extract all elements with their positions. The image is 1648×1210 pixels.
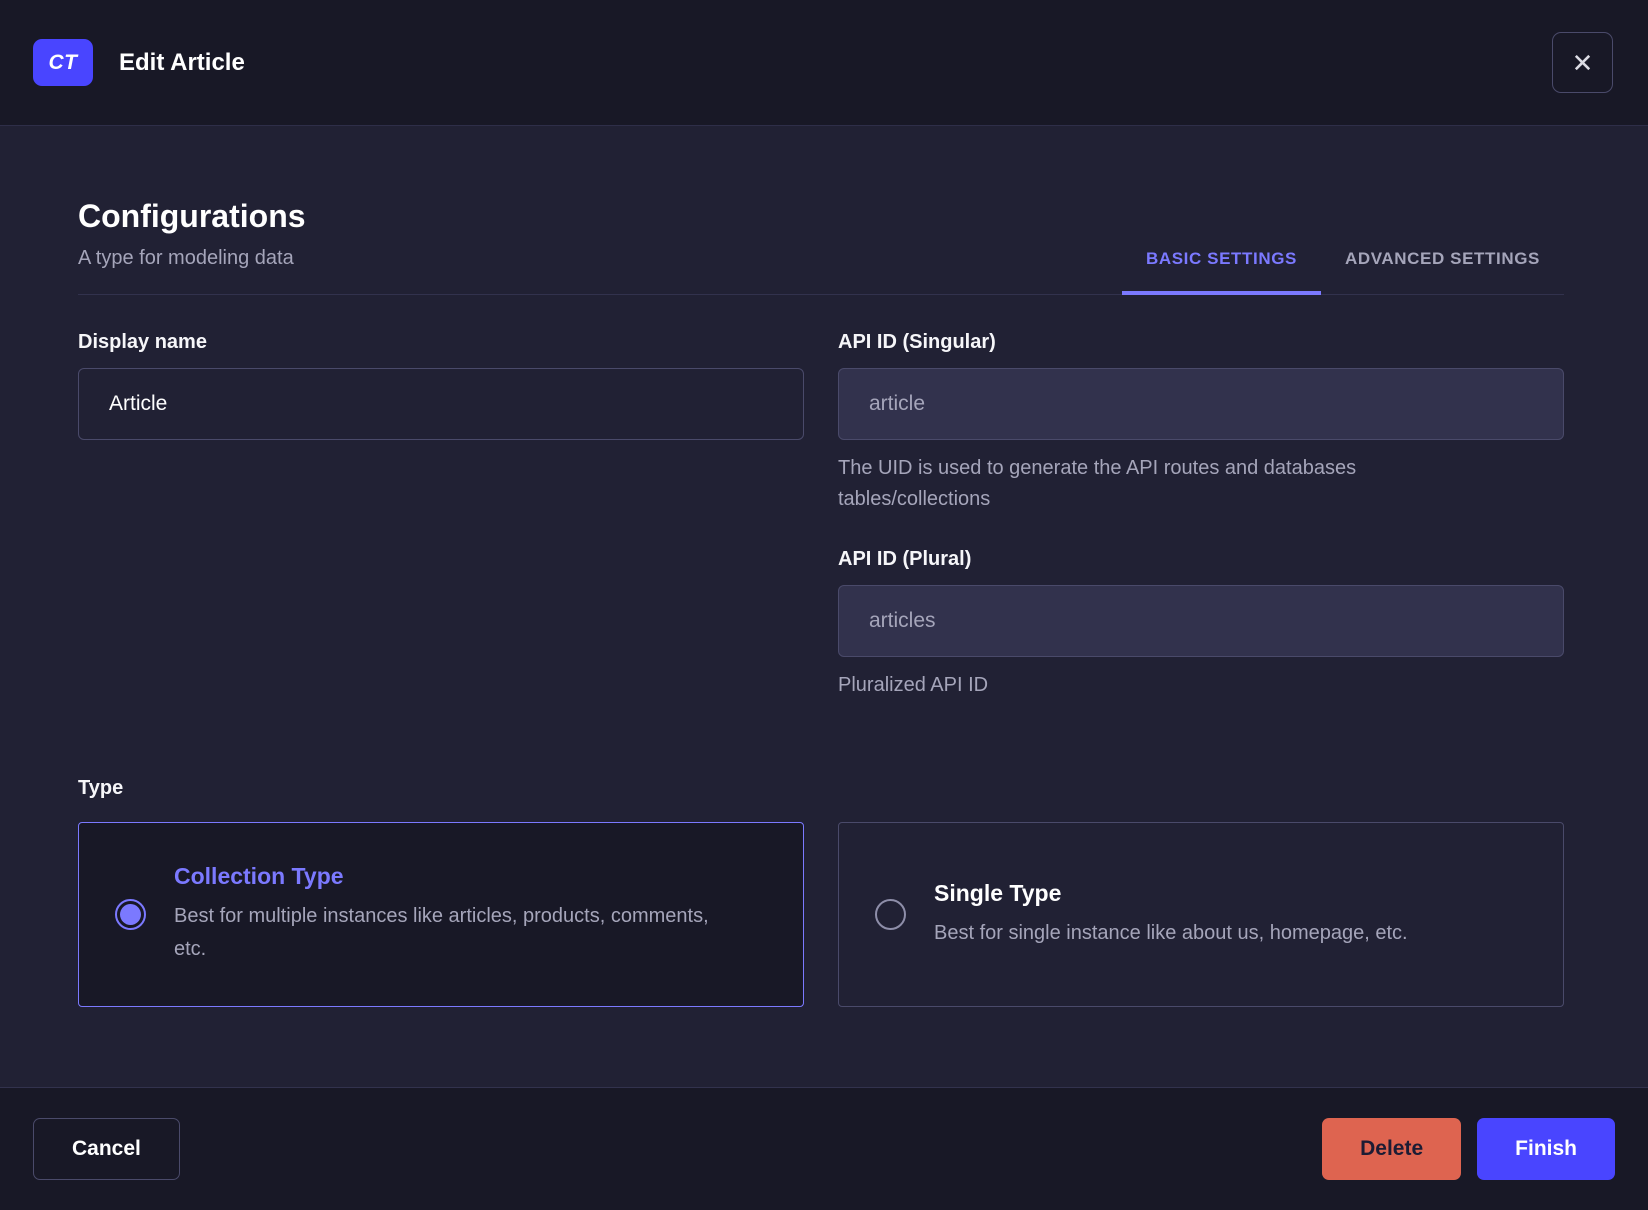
finish-button[interactable]: Finish (1477, 1118, 1615, 1180)
tab-basic-settings[interactable]: BASIC SETTINGS (1121, 249, 1321, 295)
type-cards: Collection Type Best for multiple instan… (78, 822, 1564, 1007)
collection-type-text: Collection Type Best for multiple instan… (174, 863, 734, 966)
section-head: Configurations A type for modeling data … (78, 126, 1564, 295)
display-name-label: Display name (78, 331, 207, 353)
close-icon: ✕ (1571, 47, 1594, 78)
api-id-singular-input[interactable] (838, 368, 1564, 440)
display-name-field-group: Display name (78, 331, 804, 440)
single-type-card[interactable]: Single Type Best for single instance lik… (838, 822, 1564, 1007)
api-id-singular-hint: The UID is used to generate the API rout… (838, 457, 1357, 510)
collection-type-radio[interactable] (115, 899, 146, 930)
modal-body: Configurations A type for modeling data … (0, 126, 1648, 1087)
content-type-badge-icon: CT (33, 39, 93, 86)
tab-advanced-settings[interactable]: ADVANCED SETTINGS (1321, 249, 1564, 295)
api-id-singular-label: API ID (Singular) (838, 331, 996, 353)
type-section: Type Collection Type Best for multiple i… (78, 777, 1564, 1007)
single-type-text: Single Type Best for single instance lik… (934, 880, 1408, 950)
edit-content-type-modal: CT Edit Article ✕ Configurations A type … (0, 0, 1648, 1210)
cancel-button[interactable]: Cancel (33, 1118, 180, 1180)
single-type-description: Best for single instance like about us, … (934, 921, 1408, 944)
content-type-badge-label: CT (48, 50, 78, 74)
type-label: Type (78, 777, 124, 799)
api-id-plural-field-group: API ID (Plural) Pluralized API ID (838, 548, 1564, 701)
fields-grid: Display name API ID (Singular) The UID i… (78, 331, 1564, 701)
left-field-column: Display name (78, 331, 804, 701)
single-type-title: Single Type (934, 879, 1062, 906)
settings-tabs: BASIC SETTINGS ADVANCED SETTINGS (1121, 249, 1564, 295)
modal-title: Edit Article (119, 48, 245, 76)
api-id-plural-hint: Pluralized API ID (838, 674, 989, 696)
single-type-radio[interactable] (875, 899, 906, 930)
right-field-column: API ID (Singular) The UID is used to gen… (838, 331, 1564, 701)
modal-footer: Cancel Delete Finish (0, 1087, 1648, 1210)
api-id-plural-label: API ID (Plural) (838, 548, 972, 570)
collection-type-title: Collection Type (174, 863, 344, 889)
section-subtitle: A type for modeling data (78, 247, 294, 269)
section-title: Configurations (78, 198, 306, 234)
api-id-plural-input[interactable] (838, 585, 1564, 657)
delete-button[interactable]: Delete (1322, 1118, 1462, 1180)
close-button[interactable]: ✕ (1552, 32, 1613, 93)
collection-type-card[interactable]: Collection Type Best for multiple instan… (78, 822, 804, 1007)
api-id-singular-field-group: API ID (Singular) The UID is used to gen… (838, 331, 1564, 515)
collection-type-description: Best for multiple instances like article… (174, 905, 709, 960)
display-name-input[interactable] (78, 368, 804, 440)
section-title-group: Configurations A type for modeling data (78, 198, 306, 294)
modal-header: CT Edit Article ✕ (0, 0, 1648, 126)
